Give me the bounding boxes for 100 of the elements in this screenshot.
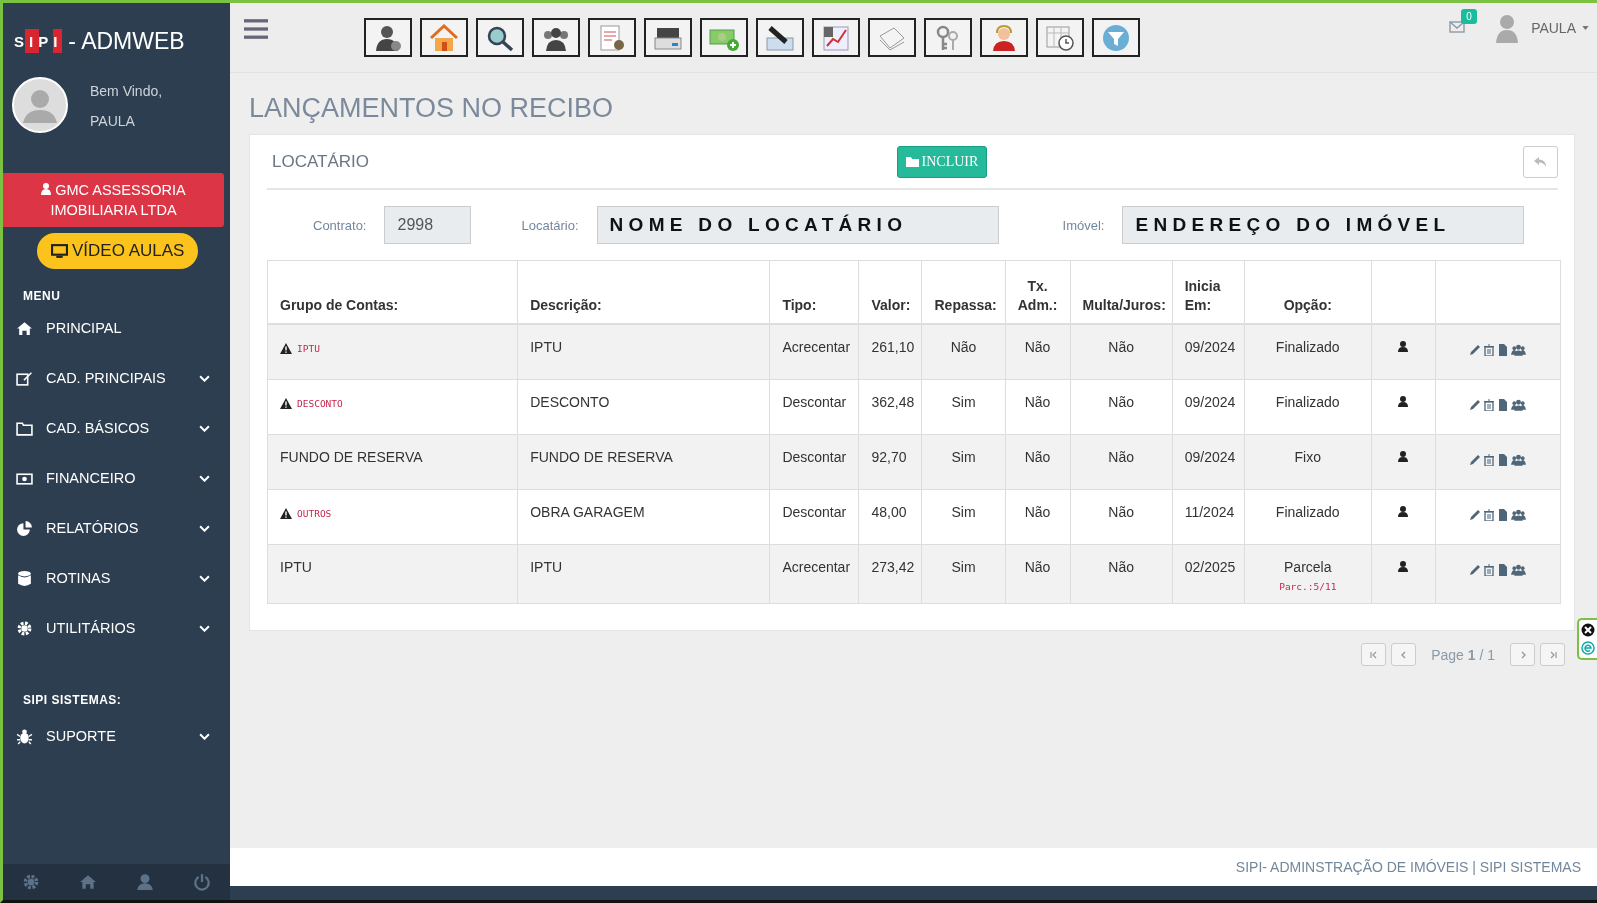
- chevron-down-icon: [199, 374, 210, 382]
- toolbar-button[interactable]: [980, 18, 1028, 57]
- file-icon[interactable]: [1497, 399, 1510, 411]
- menu-item[interactable]: UTILITÁRIOS: [3, 603, 230, 653]
- table-cell: OUTROS: [297, 508, 332, 519]
- table-cell: 09/2024: [1184, 339, 1236, 355]
- table-cell: Acrecentar: [782, 559, 851, 575]
- table-cell: OBRA GARAGEM: [530, 504, 645, 520]
- toolbar-button[interactable]: [1036, 18, 1084, 57]
- field-label: Contrato:: [313, 217, 367, 233]
- pie-chart-icon: [16, 519, 33, 537]
- table-cell: 362,48: [871, 394, 915, 410]
- user-icon[interactable]: [1398, 506, 1409, 517]
- people-icon[interactable]: [1511, 344, 1527, 356]
- field-label: Locatário:: [521, 217, 579, 233]
- chevron-down-icon: [199, 424, 210, 432]
- toolbar-button[interactable]: [588, 18, 636, 57]
- table-cell-text: Fixo: [1293, 449, 1322, 465]
- reply-arrow-icon: [1533, 155, 1548, 168]
- table-cell: 92,70: [871, 449, 907, 465]
- menu-item[interactable]: FINANCEIRO: [3, 453, 230, 503]
- table-cell: Descontar: [782, 394, 847, 410]
- file-icon[interactable]: [1497, 509, 1510, 521]
- table-cell: 273,42: [871, 559, 915, 575]
- input-field[interactable]: 2998: [384, 206, 472, 244]
- home-icon[interactable]: [79, 873, 98, 891]
- user-icon[interactable]: [1398, 341, 1409, 352]
- user-menu-button[interactable]: PAULA: [1531, 20, 1589, 36]
- menu-item[interactable]: PRINCIPAL: [3, 303, 230, 353]
- message-count-badge: 0: [1461, 9, 1477, 24]
- settings-icon[interactable]: [22, 873, 41, 891]
- user-icon[interactable]: [1398, 561, 1409, 572]
- menu-item[interactable]: ROTINAS: [3, 553, 230, 603]
- toolbar-button[interactable]: [868, 18, 916, 57]
- people-icon[interactable]: [1511, 454, 1527, 466]
- trash-icon[interactable]: [1483, 399, 1496, 411]
- pencil-icon[interactable]: [1469, 509, 1482, 521]
- table-cell: Descontar: [782, 449, 847, 465]
- toolbar-button[interactable]: [420, 18, 468, 57]
- file-icon[interactable]: [1497, 564, 1510, 576]
- toolbar-button[interactable]: [364, 18, 412, 57]
- trash-icon[interactable]: [1483, 564, 1496, 576]
- user-icon[interactable]: [1398, 396, 1409, 407]
- input-field[interactable]: ENDEREÇO DO IMÓVEL: [1122, 206, 1525, 244]
- toolbar-button[interactable]: [532, 18, 580, 57]
- pencil-icon[interactable]: [1469, 344, 1482, 356]
- toolbar-button[interactable]: [476, 18, 524, 57]
- trash-icon[interactable]: [1483, 344, 1496, 356]
- toolbar-button[interactable]: [812, 18, 860, 57]
- warning-icon: [280, 343, 292, 354]
- toolbar-button[interactable]: [1092, 18, 1140, 57]
- table-cell: Descontar: [782, 504, 847, 520]
- table-cell-text: Finalizado: [1274, 339, 1341, 355]
- pencil-icon[interactable]: [1469, 454, 1482, 466]
- folder-icon: [16, 419, 33, 437]
- warning-icon: [280, 508, 292, 519]
- toolbar-button[interactable]: [924, 18, 972, 57]
- menu-item[interactable]: CAD. BÁSICOS: [3, 403, 230, 453]
- table-cell: DESCONTO: [297, 398, 343, 409]
- toolbar-button[interactable]: [700, 18, 748, 57]
- folder-icon: [905, 155, 920, 168]
- input-field[interactable]: NOME DO LOCATÁRIO: [596, 206, 999, 244]
- video-lessons-button[interactable]: VÍDEO AULAS: [37, 233, 199, 269]
- table-cell: Não: [1108, 504, 1134, 520]
- last-page-icon: [1548, 650, 1557, 659]
- people-icon[interactable]: [1511, 509, 1527, 521]
- power-icon[interactable]: [192, 873, 211, 891]
- table-cell-text: Parcela: [1283, 559, 1333, 575]
- house-icon: [428, 23, 460, 52]
- people-icon[interactable]: [1511, 399, 1527, 411]
- menu-item[interactable]: CAD. PRINCIPAIS: [3, 353, 230, 403]
- home-icon: [16, 319, 33, 337]
- filter-icon: [1100, 23, 1132, 52]
- toolbar-button[interactable]: [756, 18, 804, 57]
- chevron-left-icon: [1399, 650, 1408, 659]
- company-name: GMC ASSESSORIA IMOBILIARIA LTDA: [50, 182, 186, 218]
- file-icon[interactable]: [1497, 344, 1510, 356]
- chart-icon: [820, 23, 852, 52]
- file-icon[interactable]: [1497, 454, 1510, 466]
- trash-icon[interactable]: [1483, 509, 1496, 521]
- table-cell: Não: [1024, 559, 1051, 575]
- pencil-icon[interactable]: [1469, 564, 1482, 576]
- table-cell: 02/2025: [1184, 559, 1236, 575]
- table-cell-text: Finalizado: [1274, 394, 1341, 410]
- table-cell: 09/2024: [1184, 449, 1236, 465]
- toolbar-button[interactable]: [644, 18, 692, 57]
- app-name: - ADMWEB: [68, 27, 185, 55]
- trash-icon[interactable]: [1483, 454, 1496, 466]
- people-icon[interactable]: [1511, 564, 1527, 576]
- table-cell: Sim: [951, 394, 976, 410]
- close-icon[interactable]: [1581, 623, 1595, 637]
- pen-icon: [764, 23, 796, 52]
- user-icon[interactable]: [1398, 451, 1409, 462]
- menu-item[interactable]: SUPORTE: [3, 711, 230, 761]
- table-cell: Não: [1024, 504, 1051, 520]
- user-icon: [41, 183, 52, 195]
- table-cell: 09/2024: [1184, 394, 1236, 410]
- menu-item[interactable]: RELATÓRIOS: [3, 503, 230, 553]
- pencil-icon[interactable]: [1469, 399, 1482, 411]
- menu-icon[interactable]: [244, 19, 268, 39]
